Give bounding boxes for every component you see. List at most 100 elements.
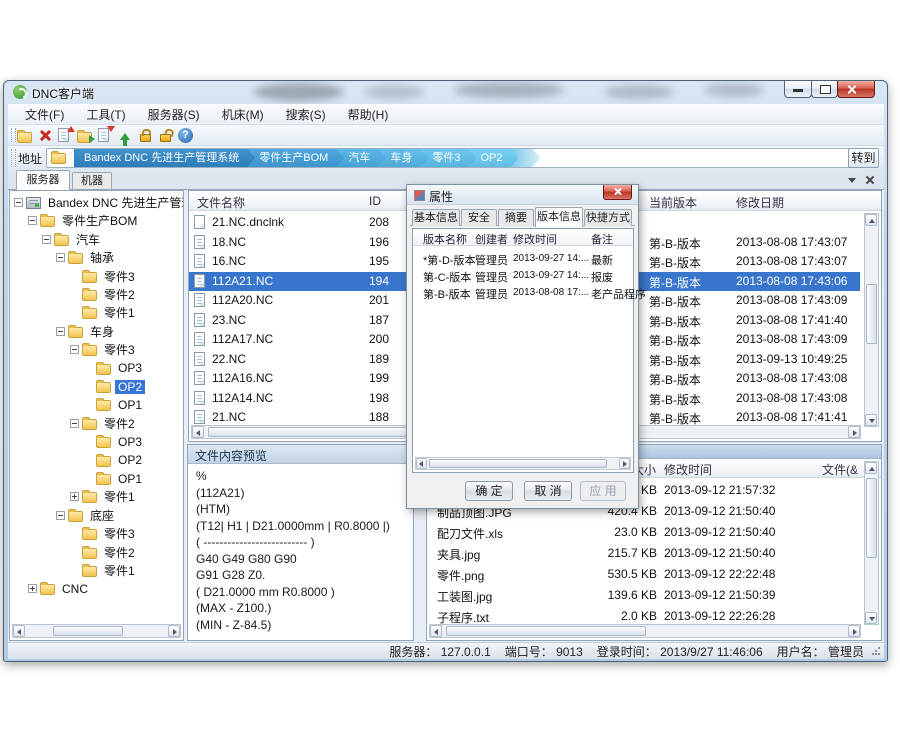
column-header-date[interactable]: 修改日期 bbox=[736, 194, 784, 211]
dialog-tab-快捷方式[interactable]: 快捷方式 bbox=[584, 209, 632, 226]
tree-item-Bandex DNC 先进生产管理系统[interactable]: Bandex DNC 先进生产管理系统 bbox=[10, 194, 184, 211]
tree-item-零件2[interactable]: 零件2 bbox=[10, 544, 138, 561]
dialog-tab-基本信息[interactable]: 基本信息 bbox=[412, 209, 460, 226]
scroll-left-button[interactable] bbox=[192, 426, 204, 438]
expand-expander-icon[interactable] bbox=[70, 492, 79, 501]
tree-item-底座[interactable]: 底座 bbox=[10, 507, 117, 524]
file-list-vertical-scrollbar[interactable] bbox=[864, 213, 879, 427]
attachment-row-夹具.jpg[interactable]: 夹具.jpg215.7 KB2013-09-12 21:50:40 bbox=[427, 544, 863, 565]
dialog-tab-摘要[interactable]: 摘要 bbox=[498, 209, 534, 226]
dialog-horizontal-scrollbar[interactable] bbox=[415, 457, 631, 470]
tab-服务器[interactable]: 服务器 bbox=[16, 170, 70, 190]
dialog-close-button[interactable] bbox=[603, 185, 632, 200]
collapse-expander-icon[interactable] bbox=[70, 345, 79, 354]
menu-item-3[interactable]: 机床(M) bbox=[211, 104, 275, 125]
column-header-file[interactable]: 文件(& bbox=[822, 461, 858, 478]
menu-item-5[interactable]: 帮助(H) bbox=[337, 104, 400, 125]
menu-item-1[interactable]: 工具(T) bbox=[75, 104, 136, 125]
download-file-icon[interactable] bbox=[96, 126, 115, 145]
tree-item-汽车[interactable]: 汽车 bbox=[10, 231, 103, 248]
menu-item-4[interactable]: 搜索(S) bbox=[275, 104, 337, 125]
scroll-thumb[interactable] bbox=[429, 459, 607, 468]
column-header-id[interactable]: ID bbox=[369, 194, 381, 208]
tree-item-轴承[interactable]: 轴承 bbox=[10, 249, 117, 266]
tree-item-零件1[interactable]: 零件1 bbox=[10, 562, 138, 579]
tree-item-零件1[interactable]: 零件1 bbox=[10, 304, 138, 321]
tree-item-OP2[interactable]: OP2 bbox=[10, 378, 145, 395]
dialog-column-备注[interactable]: 备注 bbox=[591, 231, 613, 247]
tree-item-OP1[interactable]: OP1 bbox=[10, 470, 145, 487]
apply-button[interactable]: 应 用 bbox=[580, 481, 626, 501]
new-folder-icon[interactable] bbox=[16, 126, 35, 145]
dock-close-button[interactable] bbox=[864, 174, 876, 186]
collapse-expander-icon[interactable] bbox=[14, 198, 23, 207]
scroll-left-button[interactable] bbox=[13, 625, 25, 637]
column-header-version[interactable]: 当前版本 bbox=[649, 194, 697, 211]
tree-item-零件3[interactable]: 零件3 bbox=[10, 268, 138, 285]
dock-menu-button[interactable] bbox=[846, 174, 858, 186]
breadcrumb-segment-1[interactable]: 零件生产BOM bbox=[247, 148, 344, 168]
tree-item-车身[interactable]: 车身 bbox=[10, 323, 117, 340]
tree-item-零件2[interactable]: 零件2 bbox=[10, 286, 138, 303]
title-bar[interactable]: DNC客户端 bbox=[4, 81, 887, 104]
scroll-left-button[interactable] bbox=[416, 458, 427, 469]
unlock-icon[interactable] bbox=[156, 126, 175, 145]
attachment-vertical-scrollbar[interactable] bbox=[864, 461, 879, 625]
dialog-tab-版本信息[interactable]: 版本信息 bbox=[535, 207, 583, 227]
go-button[interactable]: 转到 bbox=[848, 148, 879, 168]
scroll-thumb[interactable] bbox=[866, 478, 877, 558]
scroll-thumb[interactable] bbox=[446, 626, 646, 636]
dialog-version-row-2[interactable]: 第-B-版本管理员2013-08-08 17:...老产品程序 bbox=[413, 284, 633, 301]
collapse-expander-icon[interactable] bbox=[28, 216, 37, 225]
checkin-folder-icon[interactable] bbox=[76, 126, 95, 145]
collapse-expander-icon[interactable] bbox=[56, 253, 65, 262]
scroll-left-button[interactable] bbox=[430, 625, 442, 637]
tree-item-CNC[interactable]: CNC bbox=[10, 580, 91, 597]
cancel-button[interactable]: 取 消 bbox=[524, 481, 572, 501]
tree-item-OP1[interactable]: OP1 bbox=[10, 396, 145, 413]
column-header-name[interactable]: 文件名称 bbox=[197, 194, 245, 211]
breadcrumb-segment-4[interactable]: 零件3 bbox=[420, 148, 476, 168]
attachment-horizontal-scrollbar[interactable] bbox=[429, 624, 861, 638]
send-icon[interactable] bbox=[116, 126, 135, 145]
help-icon[interactable]: ? bbox=[176, 126, 195, 145]
tree-item-零件1[interactable]: 零件1 bbox=[10, 488, 138, 505]
tree-horizontal-scrollbar[interactable] bbox=[12, 624, 181, 638]
scroll-right-button[interactable] bbox=[848, 625, 860, 637]
dialog-column-修改时间[interactable]: 修改时间 bbox=[513, 231, 557, 247]
collapse-expander-icon[interactable] bbox=[56, 511, 65, 520]
scroll-right-button[interactable] bbox=[848, 426, 860, 438]
tree-item-OP3[interactable]: OP3 bbox=[10, 360, 145, 377]
delete-icon[interactable] bbox=[36, 126, 55, 145]
address-input[interactable]: Bandex DNC 先进生产管理系统零件生产BOM汽车车身零件3OP2 bbox=[46, 148, 858, 168]
upload-file-icon[interactable] bbox=[56, 126, 75, 145]
expand-expander-icon[interactable] bbox=[28, 584, 37, 593]
tab-机器[interactable]: 机器 bbox=[72, 172, 112, 189]
scroll-down-button[interactable] bbox=[865, 612, 877, 624]
collapse-expander-icon[interactable] bbox=[42, 235, 51, 244]
restore-button[interactable] bbox=[811, 81, 838, 98]
breadcrumb-segment-0[interactable]: Bandex DNC 先进生产管理系统 bbox=[74, 148, 255, 168]
tree-item-零件2[interactable]: 零件2 bbox=[10, 415, 138, 432]
scroll-right-button[interactable] bbox=[619, 458, 630, 469]
collapse-expander-icon[interactable] bbox=[56, 327, 65, 336]
attachment-row-工装图.jpg[interactable]: 工装图.jpg139.6 KB2013-09-12 21:50:39 bbox=[427, 586, 863, 607]
dialog-tab-安全[interactable]: 安全 bbox=[461, 209, 497, 226]
dialog-title-bar[interactable]: 属性 bbox=[407, 185, 638, 205]
attachment-row-配刀文件.xls[interactable]: 配刀文件.xls23.0 KB2013-09-12 21:50:40 bbox=[427, 523, 863, 544]
scroll-up-button[interactable] bbox=[865, 462, 877, 474]
menu-item-0[interactable]: 文件(F) bbox=[14, 104, 75, 125]
menu-item-2[interactable]: 服务器(S) bbox=[137, 104, 211, 125]
tree-item-零件3[interactable]: 零件3 bbox=[10, 525, 138, 542]
tree-item-零件3[interactable]: 零件3 bbox=[10, 341, 138, 358]
tree-item-OP3[interactable]: OP3 bbox=[10, 433, 145, 450]
ok-button[interactable]: 确 定 bbox=[465, 481, 513, 501]
dialog-column-版本名称[interactable]: 版本名称 bbox=[423, 231, 467, 247]
scroll-down-button[interactable] bbox=[865, 414, 877, 426]
scroll-thumb[interactable] bbox=[866, 284, 877, 344]
dialog-version-row-0[interactable]: *第-D-版本管理员2013-09-27 14:...最新 bbox=[413, 250, 633, 267]
column-header-time[interactable]: 修改时间 bbox=[664, 461, 712, 478]
scroll-thumb[interactable] bbox=[53, 626, 123, 636]
minimize-button[interactable] bbox=[784, 81, 812, 98]
tree-item-零件生产BOM[interactable]: 零件生产BOM bbox=[10, 212, 140, 229]
